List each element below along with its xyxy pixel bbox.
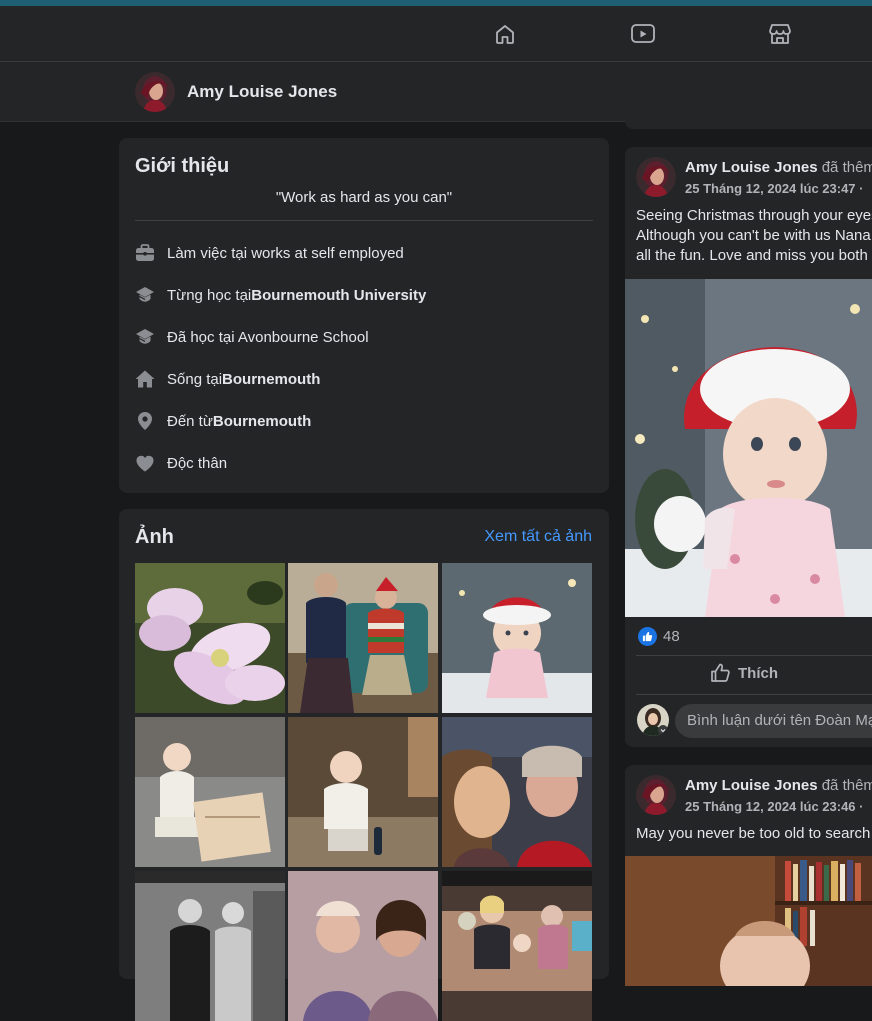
- photos-title: Ảnh: [135, 526, 174, 548]
- like-label: Thích: [738, 664, 778, 682]
- post-text-line: Seeing Christmas through your eyes: [636, 207, 872, 224]
- post-photo-bookshelf[interactable]: [625, 856, 872, 986]
- divider: [636, 694, 872, 695]
- avatar[interactable]: [636, 775, 676, 815]
- info-bold[interactable]: Bournemouth: [213, 413, 311, 430]
- reaction-count: 48: [663, 628, 680, 645]
- info-row-school: Đã học tại Avonbourne School: [135, 325, 369, 349]
- graduation-cap-icon: [135, 285, 155, 305]
- info-row-work: Làm việc tại works at self employed: [135, 241, 404, 265]
- post-text-line: Although you can't be with us Nana: [636, 227, 871, 244]
- divider: [135, 220, 593, 221]
- photo-wedding[interactable]: [135, 871, 285, 1021]
- profile-bar: Amy Louise Jones: [0, 62, 872, 122]
- briefcase-icon: [135, 243, 155, 263]
- bio-text: "Work as hard as you can": [275, 189, 453, 206]
- info-row-relationship: Độc thân: [135, 451, 227, 475]
- post-timestamp[interactable]: 25 Tháng 12, 2024 lúc 23:46 ·: [685, 799, 863, 814]
- photo-selfie[interactable]: [442, 717, 592, 867]
- photo-grandparents[interactable]: [288, 563, 438, 713]
- watch-icon[interactable]: [629, 20, 657, 48]
- post-action: đã thêm: [817, 777, 872, 794]
- info-text: Đến từ: [167, 412, 213, 430]
- intro-card: Giới thiệu "Work as hard as you can" Làm…: [119, 138, 609, 493]
- like-button[interactable]: Thích: [710, 663, 778, 683]
- post-header: Amy Louise Jones đã thêm: [685, 159, 872, 176]
- location-pin-icon: [135, 411, 155, 431]
- info-text: Làm việc tại works at self employed: [167, 244, 404, 262]
- profile-name[interactable]: Amy Louise Jones: [187, 82, 337, 102]
- photo-baby-santa-hat[interactable]: [442, 563, 592, 713]
- photos-card: Ảnh Xem tất cả ảnh: [119, 509, 609, 1021]
- avatar[interactable]: [636, 157, 676, 197]
- info-text: Độc thân: [167, 454, 228, 472]
- post-text: Seeing Christmas through your eyes Altho…: [636, 206, 872, 266]
- info-text: Đã học tại Avonbourne School: [167, 328, 369, 346]
- like-reaction-icon: [638, 627, 657, 646]
- post-header: Amy Louise Jones đã thêm: [685, 777, 872, 794]
- post-text: May you never be too old to search: [636, 824, 872, 844]
- reaction-summary[interactable]: 48: [638, 627, 680, 646]
- info-bold[interactable]: Bournemouth University: [251, 287, 426, 304]
- info-text: Sống tại: [167, 370, 223, 388]
- photo-baby-box[interactable]: [135, 717, 285, 867]
- info-row-from: Đến từ Bournemouth: [135, 409, 311, 433]
- house-icon: [135, 369, 155, 389]
- home-icon[interactable]: [491, 20, 519, 48]
- info-text: Từng học tại: [167, 286, 252, 304]
- post-card: Amy Louise Jones đã thêm 25 Tháng 12, 20…: [625, 765, 872, 986]
- post-author[interactable]: Amy Louise Jones: [685, 159, 818, 176]
- avatar[interactable]: [135, 72, 175, 112]
- see-all-photos-link[interactable]: Xem tất cả ảnh: [484, 528, 592, 546]
- photo-flowers[interactable]: [135, 563, 285, 713]
- intro-title: Giới thiệu: [135, 155, 230, 177]
- info-bold[interactable]: Bournemouth: [222, 371, 320, 388]
- divider: [636, 655, 872, 656]
- top-navbar: [0, 6, 872, 62]
- marketplace-icon[interactable]: [766, 20, 794, 48]
- heart-icon: [135, 453, 155, 473]
- info-row-lives: Sống tại Bournemouth: [135, 367, 320, 391]
- previous-post-edge: [625, 118, 872, 129]
- post-photo-baby[interactable]: [625, 279, 872, 617]
- post-action: đã thêm: [817, 159, 872, 176]
- photo-family-sofa[interactable]: [442, 871, 592, 1021]
- thumbs-up-icon: [711, 663, 730, 682]
- graduation-cap-icon: [135, 327, 155, 347]
- comment-input[interactable]: Bình luận dưới tên Đoàn Mạnh: [675, 704, 872, 738]
- post-author[interactable]: Amy Louise Jones: [685, 777, 818, 794]
- photo-couple-vintage[interactable]: [288, 871, 438, 1021]
- avatar[interactable]: [637, 704, 669, 736]
- post-text-line: all the fun. Love and miss you both: [636, 247, 868, 264]
- info-row-university: Từng học tại Bournemouth University: [135, 283, 426, 307]
- post-card: Amy Louise Jones đã thêm 25 Tháng 12, 20…: [625, 147, 872, 747]
- photo-child-sitting[interactable]: [288, 717, 438, 867]
- post-timestamp[interactable]: 25 Tháng 12, 2024 lúc 23:47 ·: [685, 181, 863, 196]
- post-text-line: May you never be too old to search: [636, 825, 871, 842]
